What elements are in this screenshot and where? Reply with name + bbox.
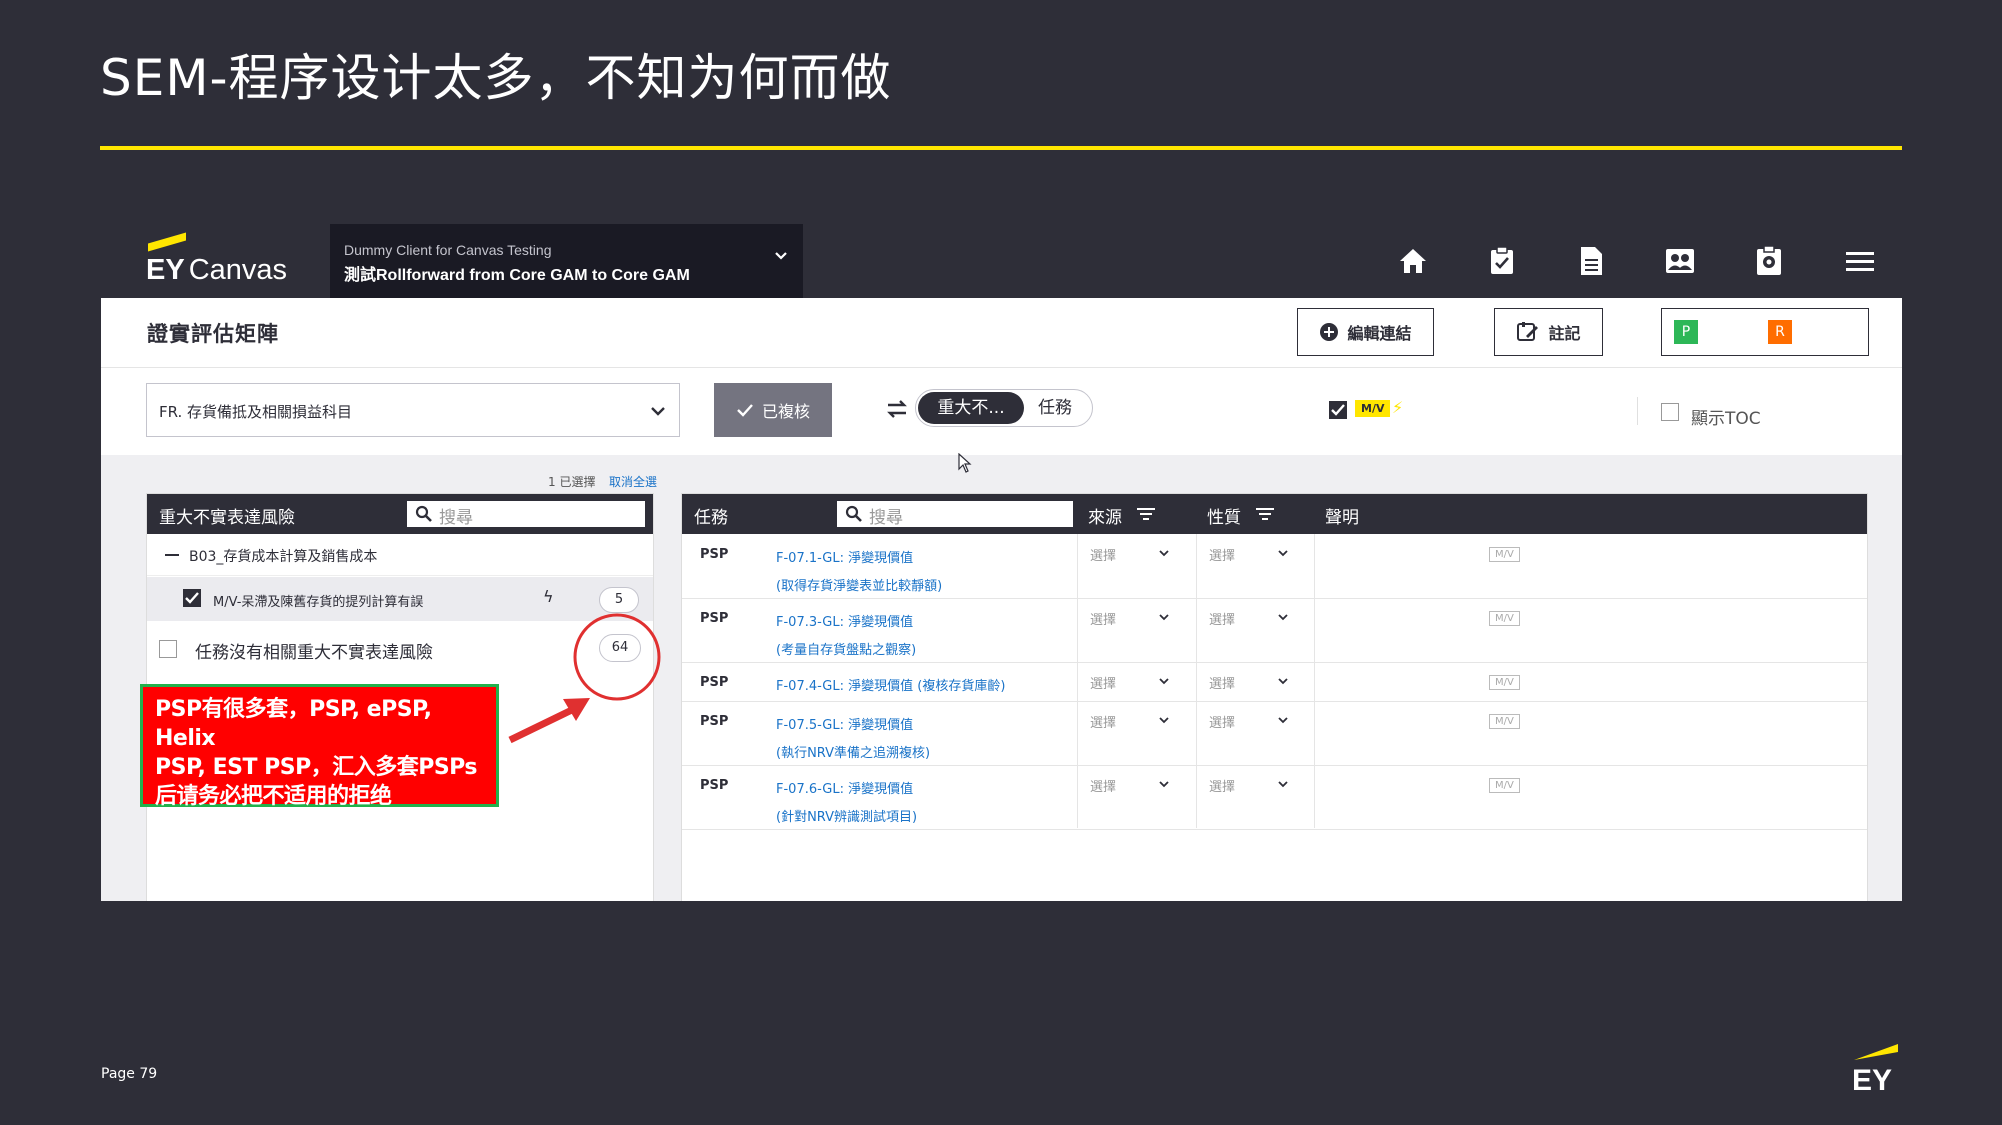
ey-logo-icon: EY	[1852, 1044, 1898, 1096]
svg-text:EY: EY	[1852, 1064, 1892, 1096]
annotation-overlay	[508, 613, 661, 744]
page-number: Page 79	[101, 1066, 158, 1082]
annotation-arrow-shaft	[508, 703, 580, 744]
highlight-circle	[573, 613, 661, 701]
mouse-cursor-icon	[958, 453, 972, 473]
